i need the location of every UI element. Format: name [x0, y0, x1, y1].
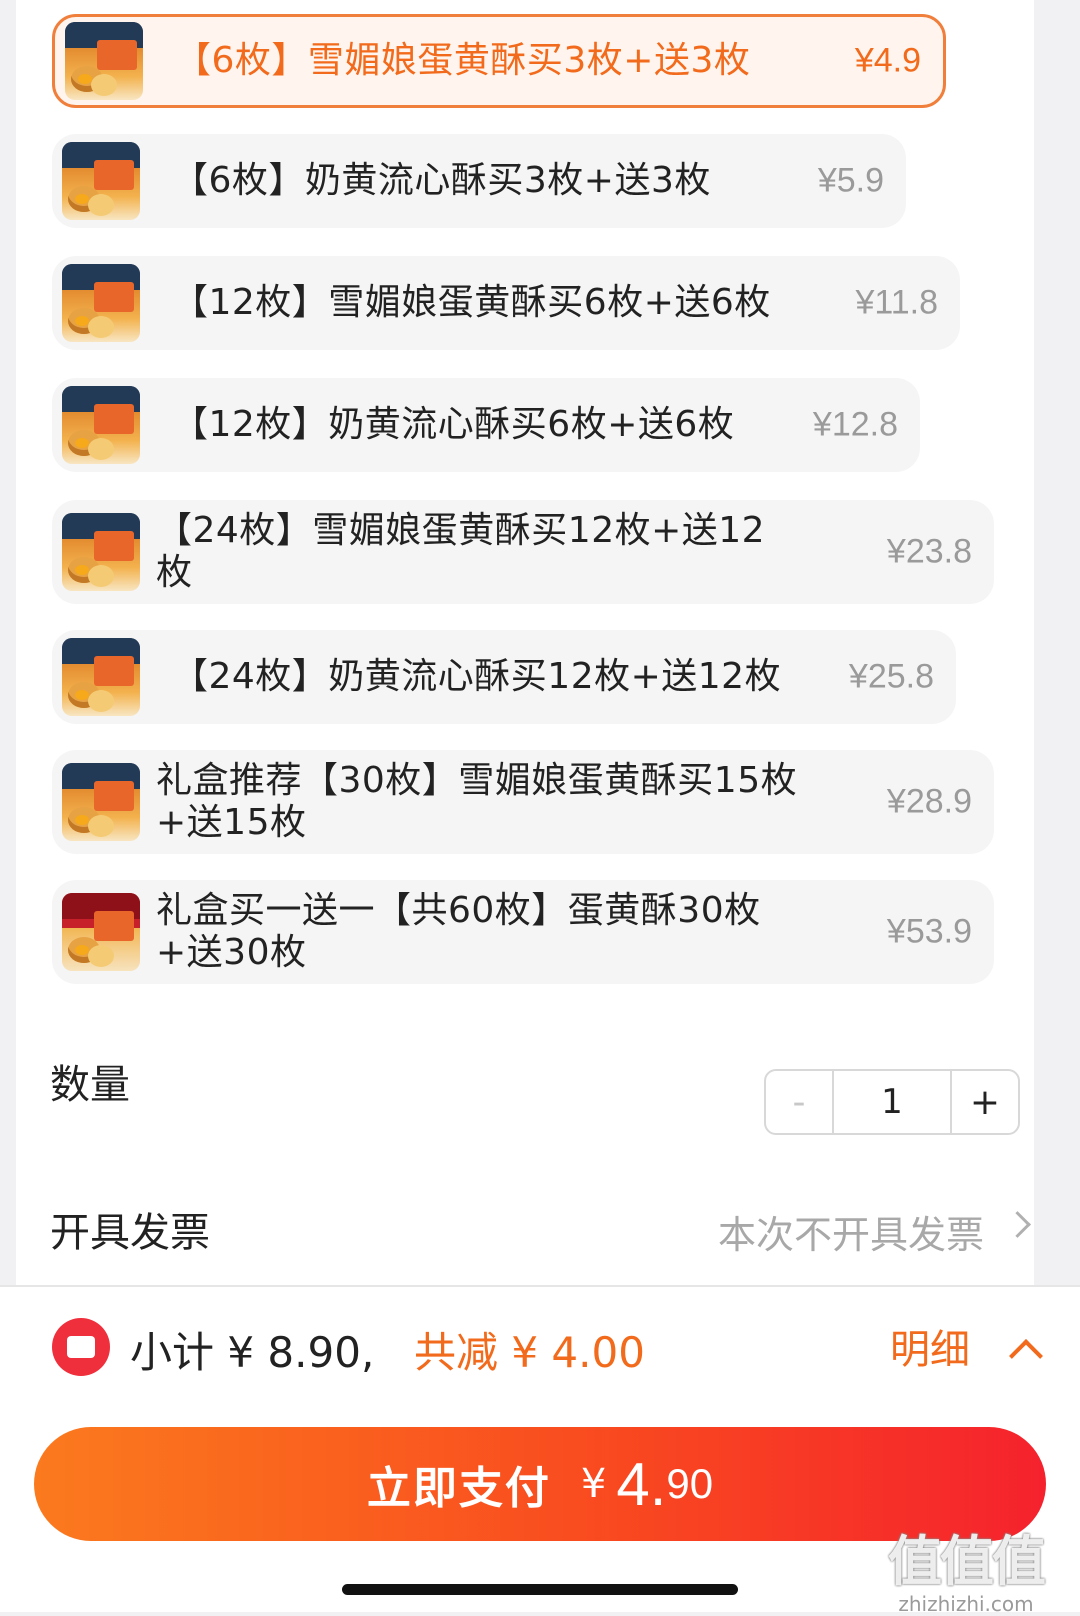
quantity-increase-button[interactable]: + — [950, 1071, 1018, 1133]
sku-name: 【6枚】奶黄流心酥买3枚+送3枚 — [172, 160, 711, 201]
product-thumbnail — [62, 386, 140, 464]
sku-option-24-naihuang[interactable]: 【24枚】奶黄流心酥买12枚+送12枚 ¥25.8 — [52, 630, 956, 724]
product-thumbnail — [62, 264, 140, 342]
quantity-label: 数量 — [50, 1062, 130, 1108]
checkout-footer: 小计 ¥ 8.90, 共减 ¥ 4.00 明细 立即支付 ¥ 4. 90 值值值… — [0, 1285, 1080, 1616]
watermark-logo: 值值值 — [888, 1530, 1046, 1593]
sku-option-24-xuemeiniang[interactable]: 【24枚】雪媚娘蛋黄酥买12枚+送12枚 ¥23.8 — [52, 500, 994, 604]
discount-text: 共减 ¥ 4.00 — [414, 1328, 645, 1377]
sku-option-12-xuemeiniang[interactable]: 【12枚】雪媚娘蛋黄酥买6枚+送6枚 ¥11.8 — [52, 256, 960, 350]
sku-name: 【12枚】雪媚娘蛋黄酥买6枚+送6枚 — [172, 282, 771, 323]
sku-price: ¥23.8 — [886, 532, 972, 571]
invoice-label: 开具发票 — [50, 1210, 210, 1256]
product-thumbnail — [62, 142, 140, 220]
home-indicator[interactable] — [342, 1584, 738, 1595]
invoice-value[interactable]: 本次不开具发票 — [718, 1204, 984, 1259]
sku-option-12-naihuang[interactable]: 【12枚】奶黄流心酥买6枚+送6枚 ¥12.8 — [52, 378, 920, 472]
sku-name: 【6枚】雪媚娘蛋黄酥买3枚+送3枚 — [175, 40, 751, 81]
quantity-value[interactable]: 1 — [834, 1071, 950, 1133]
sku-option-6-naihuang[interactable]: 【6枚】奶黄流心酥买3枚+送3枚 ¥5.9 — [52, 134, 906, 228]
sku-name: 礼盒买一送一【共60枚】蛋黄酥30枚+送30枚 — [156, 890, 761, 973]
product-thumbnail — [65, 22, 143, 100]
sku-name: 【12枚】奶黄流心酥买6枚+送6枚 — [172, 404, 735, 445]
product-thumbnail — [62, 763, 140, 841]
sku-price: ¥4.9 — [854, 41, 921, 80]
chevron-up-icon[interactable] — [1009, 1339, 1043, 1373]
sku-option-30-giftbox[interactable]: 礼盒推荐【30枚】雪媚娘蛋黄酥买15枚+送15枚 ¥28.9 — [52, 750, 994, 854]
sku-option-60-giftbox[interactable]: 礼盒买一送一【共60枚】蛋黄酥30枚+送30枚 ¥53.9 — [52, 880, 994, 984]
detail-button[interactable]: 明细 — [890, 1317, 970, 1375]
sku-price: ¥12.8 — [812, 405, 898, 444]
site-watermark: 值值值 zhizhizhi.com — [888, 1517, 1046, 1616]
quantity-decrease-button[interactable]: - — [766, 1071, 834, 1133]
sku-price: ¥25.8 — [848, 657, 934, 696]
coupon-icon — [52, 1318, 110, 1376]
sku-price: ¥5.9 — [817, 161, 884, 200]
sku-price: ¥53.9 — [886, 912, 972, 951]
sku-option-6-xuemeiniang[interactable]: 【6枚】雪媚娘蛋黄酥买3枚+送3枚 ¥4.9 — [52, 14, 946, 108]
sku-name: 【24枚】奶黄流心酥买12枚+送12枚 — [172, 656, 782, 697]
pay-now-label: 立即支付 — [366, 1463, 551, 1514]
pay-amount-decimal: 90 — [666, 1460, 714, 1507]
watermark-url: zhizhizhi.com — [898, 1592, 1034, 1616]
pay-amount-integer: 4. — [616, 1450, 667, 1518]
sku-price: ¥11.8 — [855, 283, 938, 322]
subtotal-text: 小计 ¥ 8.90, — [130, 1328, 375, 1377]
pay-currency: ¥ — [580, 1461, 607, 1507]
sku-name: 【24枚】雪媚娘蛋黄酥买12枚+送12枚 — [156, 510, 766, 593]
product-thumbnail — [62, 513, 140, 591]
product-thumbnail — [62, 638, 140, 716]
sku-price: ¥28.9 — [886, 782, 972, 821]
quantity-stepper: - 1 + — [764, 1069, 1020, 1135]
sku-name: 礼盒推荐【30枚】雪媚娘蛋黄酥买15枚+送15枚 — [156, 760, 798, 843]
product-thumbnail — [62, 893, 140, 971]
